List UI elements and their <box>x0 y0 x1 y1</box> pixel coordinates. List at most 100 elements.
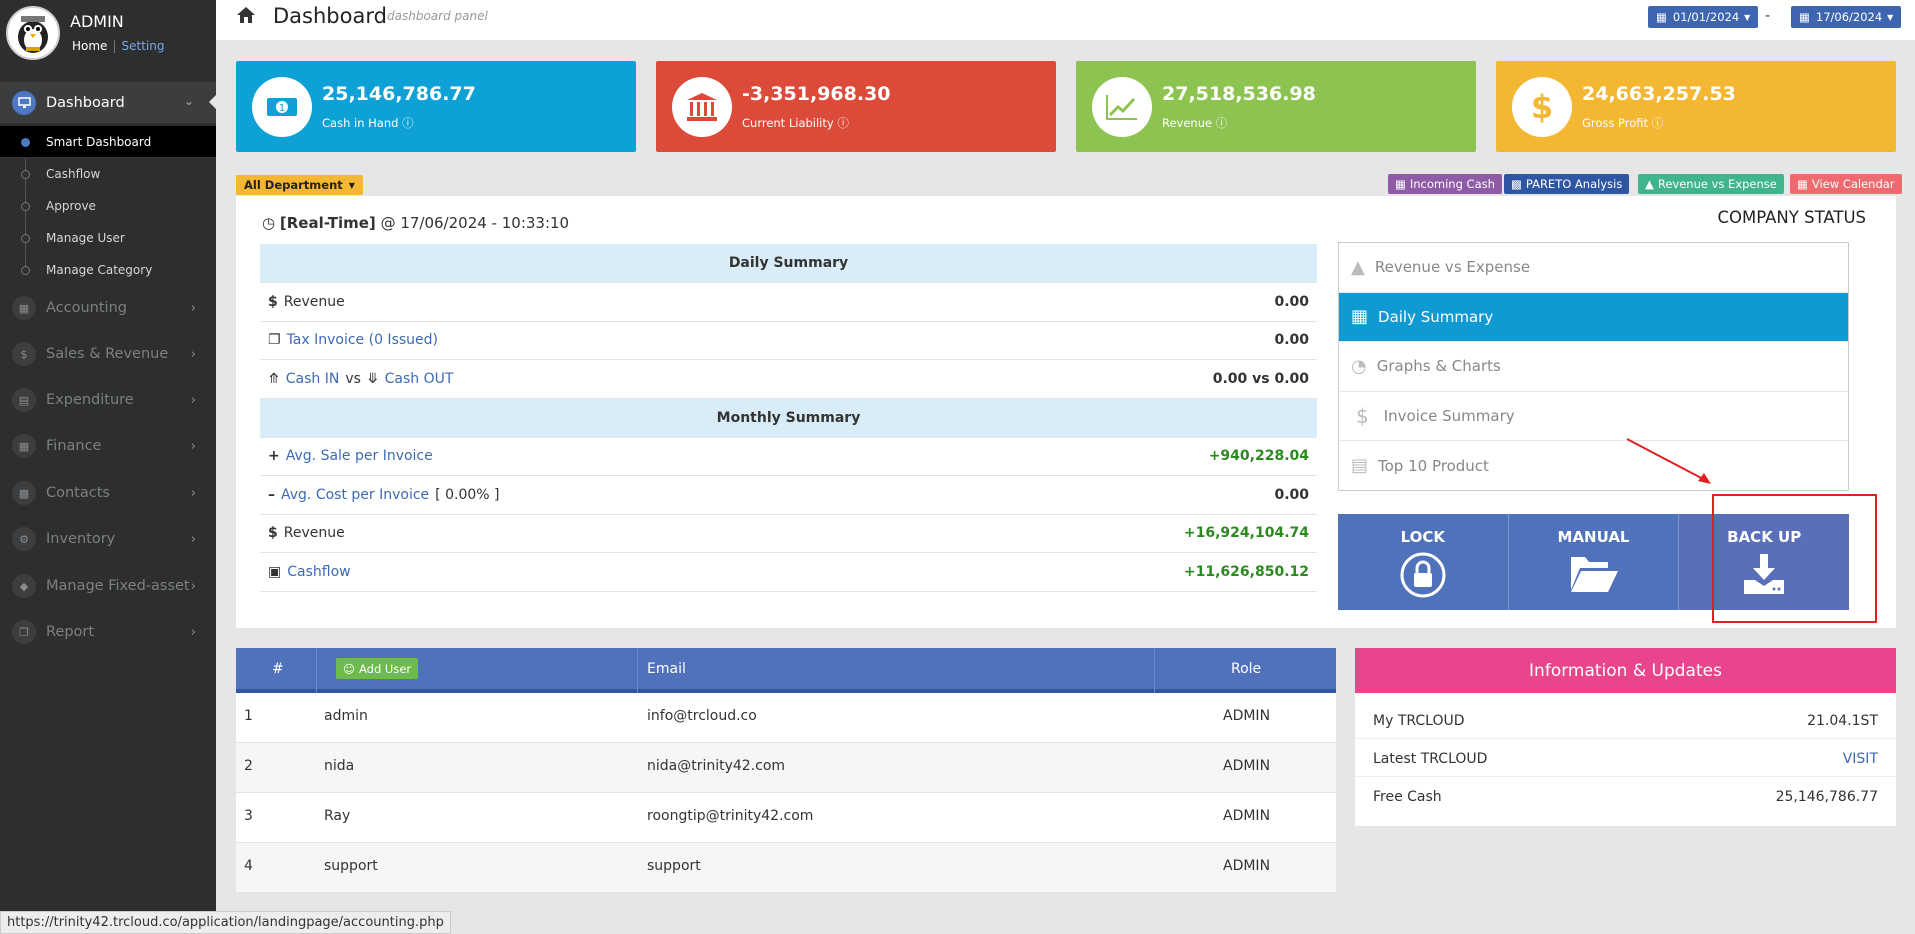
stat-value: 27,518,536.98 <box>1162 83 1316 105</box>
lock-button[interactable]: LOCK <box>1338 514 1509 610</box>
arrow-up-circle-icon: ⤊ <box>268 370 280 387</box>
pie-chart-icon: ◔ <box>1351 355 1367 377</box>
table-row[interactable]: 3 Ray roongtip@trinity42.com ADMIN <box>236 793 1336 843</box>
status-invoice-summary[interactable]: $ Invoice Summary <box>1339 392 1848 441</box>
status-graphs-charts[interactable]: ◔ Graphs & Charts <box>1339 342 1848 392</box>
stat-card-current-liability[interactable]: -3,351,968.30 Current Liability ⓘ <box>656 61 1056 152</box>
date-from-label: 01/01/2024 <box>1672 10 1740 24</box>
sidebar-item-fixed-asset[interactable]: ◆ Manage Fixed-asset › <box>0 563 216 609</box>
date-from-button[interactable]: ▦ 01/01/2024 ▼ <box>1648 6 1759 28</box>
subitem-label: Manage User <box>46 230 125 245</box>
caret-down-icon: ▼ <box>348 180 355 190</box>
status-daily-summary[interactable]: ▦ Daily Summary <box>1339 292 1848 342</box>
setting-link[interactable]: Setting <box>121 39 164 53</box>
gears-icon: ⚙ <box>12 527 36 551</box>
subitem-label: Manage Category <box>46 262 153 277</box>
users-table-body: 1 admin info@trcloud.co ADMIN 2 nida nida@tri… <box>236 693 1336 893</box>
stat-card-cash-in-hand[interactable]: 1 25,146,786.77 Cash in Hand ⓘ <box>236 61 636 152</box>
incoming-cash-button[interactable]: ▦ Incoming Cash <box>1388 174 1502 194</box>
cart-icon: ▤ <box>12 388 36 412</box>
department-dropdown[interactable]: All Department ▼ <box>236 175 363 195</box>
sidebar-item-dashboard[interactable]: Dashboard ⌄ <box>0 82 217 123</box>
chevron-right-icon: › <box>190 624 196 640</box>
user-name: ADMIN <box>70 12 124 31</box>
calendar-icon: ▦ <box>12 434 36 458</box>
status-revenue-vs-expense[interactable]: ▲ Revenue vs Expense <box>1339 243 1848 293</box>
tax-invoice-link[interactable]: Tax Invoice (0 Issued) <box>287 332 438 348</box>
table-row[interactable]: 1 admin info@trcloud.co ADMIN <box>236 693 1336 743</box>
stat-label: Cash in Hand ⓘ <box>322 116 414 130</box>
sidebar-subitem-approve[interactable]: Approve <box>0 190 216 222</box>
cash-out-link[interactable]: Cash OUT <box>385 371 454 387</box>
sidebar-item-contacts[interactable]: ▩ Contacts › <box>0 470 216 516</box>
bullet-icon <box>21 234 30 243</box>
clock-icon: ◷ <box>262 214 276 232</box>
add-user-button[interactable]: ☺ Add User <box>336 658 419 679</box>
bar-chart-icon: ▩ <box>1511 177 1522 191</box>
avg-sale-row: + Avg. Sale per Invoice +940,228.04 <box>260 438 1317 476</box>
menu-label: Inventory <box>46 531 116 547</box>
bank-icon <box>672 77 732 137</box>
company-status-title: COMPANY STATUS <box>1717 208 1867 227</box>
sidebar-item-inventory[interactable]: ⚙ Inventory › <box>0 516 216 562</box>
calendar-icon: ▦ <box>1656 10 1667 24</box>
sidebar-item-report[interactable]: ❐ Report › <box>0 609 216 655</box>
annotation-highlight-box <box>1712 494 1877 623</box>
monthly-summary-header: Monthly Summary <box>260 398 1317 438</box>
dollar-icon: $ <box>268 293 278 310</box>
col-divider <box>1154 648 1155 693</box>
calendar-plus-icon: ▦ <box>1351 306 1369 328</box>
copy-icon: ❐ <box>268 332 281 349</box>
cash-in-link[interactable]: Cash IN <box>286 371 340 387</box>
stat-card-revenue[interactable]: 27,518,536.98 Revenue ⓘ <box>1076 61 1476 152</box>
calendar-icon: ▦ <box>1799 10 1810 24</box>
menu-label: Contacts <box>46 485 110 501</box>
chart-line-icon <box>1092 77 1152 137</box>
table-row[interactable]: 2 nida nida@trinity42.com ADMIN <box>236 743 1336 793</box>
menu-label: Finance <box>46 438 102 454</box>
contact-icon: ▩ <box>12 481 36 505</box>
subitem-label: Smart Dashboard <box>46 134 152 149</box>
revenue-vs-expense-button[interactable]: ▲ Revenue vs Expense <box>1638 174 1784 194</box>
menu-label: Manage Fixed-asset <box>46 578 190 594</box>
avatar[interactable] <box>6 6 60 60</box>
newspaper-icon: ▤ <box>1351 455 1369 477</box>
home-icon[interactable] <box>236 6 256 28</box>
chevron-down-icon: ⌄ <box>183 94 194 108</box>
chevron-right-icon: › <box>190 346 196 362</box>
sidebar-subitem-manage-user[interactable]: Manage User <box>0 222 216 254</box>
minus-icon: – <box>268 486 275 503</box>
home-link[interactable]: Home <box>72 39 107 53</box>
stat-card-gross-profit[interactable]: $ 24,663,257.53 Gross Profit ⓘ <box>1496 61 1896 152</box>
sidebar-subitem-smart-dashboard[interactable]: Smart Dashboard <box>0 126 216 158</box>
caret-down-icon: ▼ <box>1887 12 1894 22</box>
status-top-10-product[interactable]: ▤ Top 10 Product <box>1339 441 1848 491</box>
sidebar-item-finance[interactable]: ▦ Finance › <box>0 423 216 469</box>
sidebar-item-sales-revenue[interactable]: $ Sales & Revenue › <box>0 331 216 377</box>
menu-label: Expenditure <box>46 392 134 408</box>
area-chart-icon: ▲ <box>1645 177 1654 191</box>
sidebar-subitem-cashflow[interactable]: Cashflow <box>0 158 216 190</box>
sidebar-item-expenditure[interactable]: ▤ Expenditure › <box>0 377 216 423</box>
bullet-icon <box>21 266 30 275</box>
sidebar: ADMIN Home | Setting Dashboard ⌄ Smart Das… <box>0 0 217 934</box>
manual-button[interactable]: MANUAL <box>1509 514 1680 610</box>
chevron-right-icon: › <box>190 485 196 501</box>
avg-cost-link[interactable]: Avg. Cost per Invoice <box>281 487 429 503</box>
sidebar-item-accounting[interactable]: ▦ Accounting › <box>0 285 216 331</box>
view-calendar-button[interactable]: ▦ View Calendar <box>1790 174 1902 194</box>
visit-link[interactable]: VISIT <box>1843 751 1878 767</box>
annotation-arrow <box>1626 438 1711 484</box>
info-row-my-trcloud: My TRCLOUD 21.04.1ST <box>1355 701 1896 739</box>
col-num: # <box>272 661 284 677</box>
arrow-down-circle-icon: ⤋ <box>366 370 379 387</box>
date-to-button[interactable]: ▦ 17/06/2024 ▼ <box>1791 6 1902 28</box>
col-email: Email <box>647 661 686 677</box>
sidebar-subitem-manage-category[interactable]: Manage Category <box>0 254 216 286</box>
avg-sale-link[interactable]: Avg. Sale per Invoice <box>286 448 433 464</box>
page-subtitle: dashboard panel <box>387 9 488 23</box>
lock-icon <box>1400 552 1446 602</box>
cashflow-link[interactable]: Cashflow <box>287 564 350 580</box>
table-row[interactable]: 4 support support ADMIN <box>236 843 1336 893</box>
pareto-analysis-button[interactable]: ▩ PARETO Analysis <box>1504 174 1630 194</box>
